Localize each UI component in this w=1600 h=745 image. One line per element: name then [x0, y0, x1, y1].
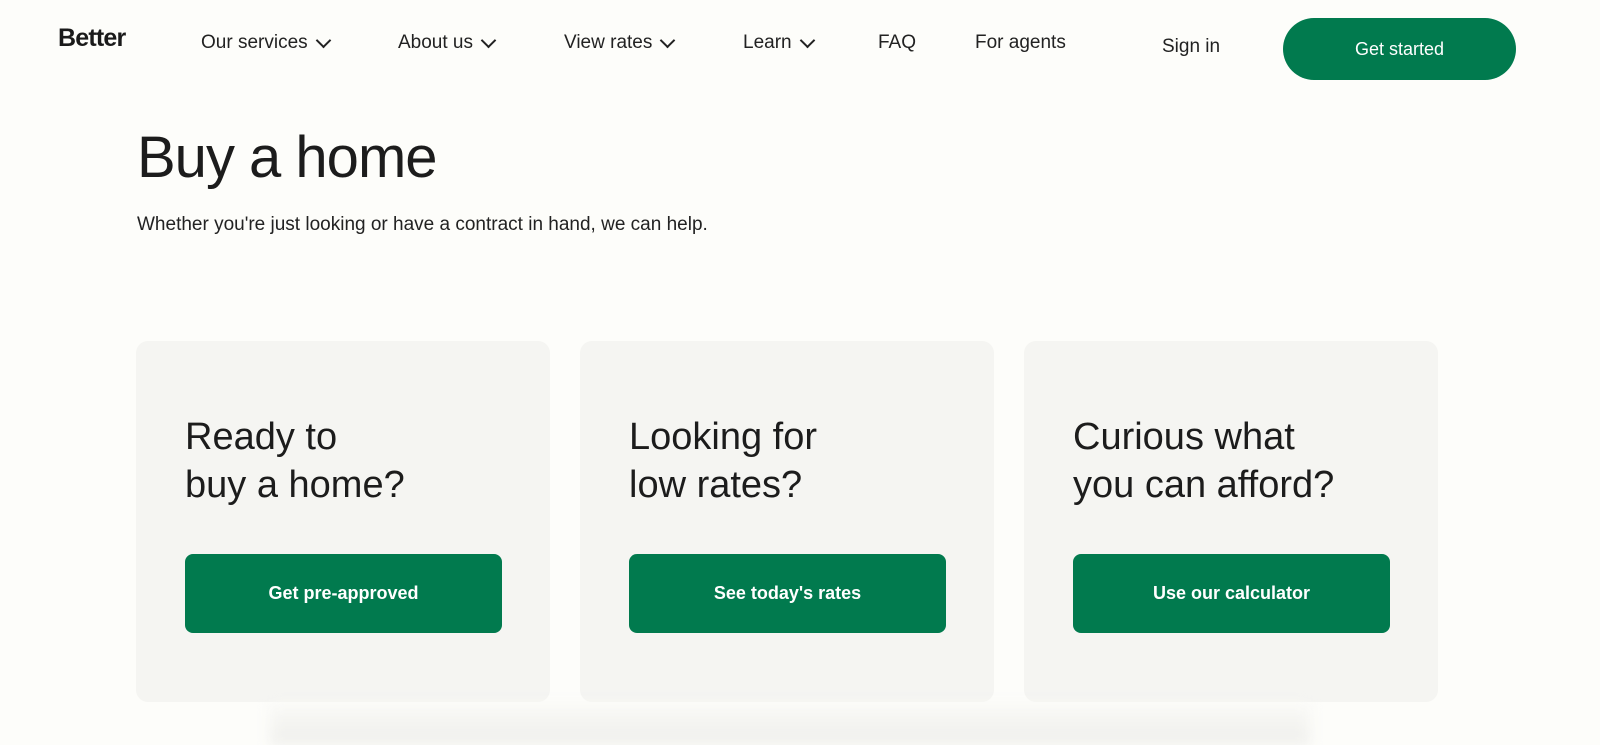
get-pre-approved-button[interactable]: Get pre-approved: [185, 554, 502, 633]
nav-label: About us: [398, 32, 473, 53]
chevron-down-icon: [315, 32, 331, 48]
card-title: Ready to buy a home?: [185, 416, 405, 506]
card-pre-approval: Ready to buy a home? Get pre-approved: [136, 341, 550, 702]
nav-view-rates[interactable]: View rates: [564, 32, 676, 54]
page-subtitle: Whether you're just looking or have a co…: [137, 214, 708, 235]
nav-about-us[interactable]: About us: [398, 32, 497, 54]
card-rates: Looking for low rates? See today's rates: [580, 341, 994, 702]
card-title: Looking for low rates?: [629, 416, 818, 506]
see-todays-rates-button[interactable]: See today's rates: [629, 554, 946, 633]
nav-our-services[interactable]: Our services: [201, 32, 331, 54]
chevron-down-icon: [660, 32, 676, 48]
nav-faq[interactable]: FAQ: [878, 32, 916, 54]
top-navigation: Better Our services About us View rates …: [0, 0, 1600, 96]
nav-label: Our services: [201, 32, 308, 53]
nav-learn[interactable]: Learn: [743, 32, 815, 54]
sign-in-link[interactable]: Sign in: [1162, 36, 1220, 58]
section-shadow: [270, 705, 1310, 745]
logo[interactable]: Better: [58, 24, 126, 53]
nav-label: View rates: [564, 32, 653, 53]
nav-label: For agents: [975, 32, 1066, 53]
nav-label: FAQ: [878, 32, 917, 53]
chevron-down-icon: [799, 32, 815, 48]
get-started-button[interactable]: Get started: [1283, 18, 1516, 80]
page-title: Buy a home: [137, 125, 438, 190]
chevron-down-icon: [480, 32, 497, 48]
nav-label: Learn: [743, 32, 792, 53]
nav-for-agents[interactable]: For agents: [975, 32, 1066, 54]
use-calculator-button[interactable]: Use our calculator: [1073, 554, 1390, 633]
card-calculator: Curious what you can afford? Use our cal…: [1024, 341, 1438, 702]
card-title: Curious what you can afford?: [1073, 416, 1335, 506]
